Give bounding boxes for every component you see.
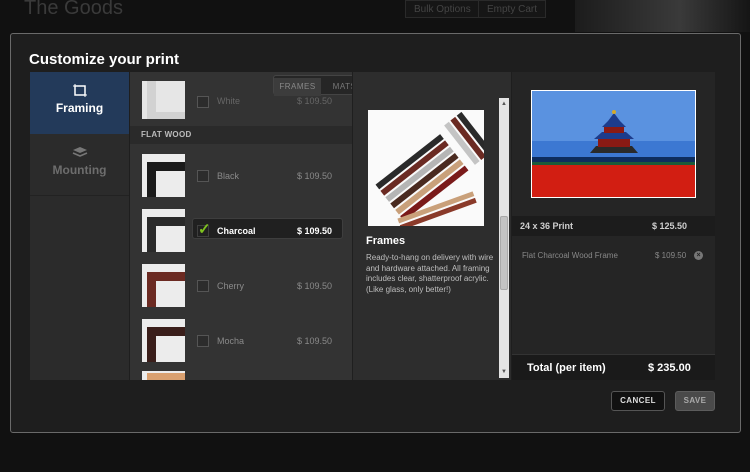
total-label: Total (per item) — [527, 362, 606, 374]
scroll-down-arrow-icon[interactable]: ▼ — [499, 366, 509, 378]
option-row-cherry[interactable]: Cherry $ 109.50 — [130, 261, 352, 316]
option-checkbox-checked[interactable] — [197, 220, 211, 238]
nav-mounting-label: Mounting — [52, 163, 107, 177]
print-preview-image — [531, 90, 696, 198]
option-checkbox[interactable] — [197, 280, 209, 292]
charcoal-frame-thumbnail — [142, 209, 185, 252]
option-checkbox[interactable] — [197, 335, 209, 347]
cherry-frame-thumbnail — [142, 264, 185, 307]
option-price: $ 109.50 — [297, 336, 333, 346]
section-header-flat-wood: FLAT WOOD — [130, 126, 352, 144]
options-scrollbar[interactable]: ▲ ▼ — [499, 98, 509, 378]
option-name: Mocha — [217, 336, 245, 346]
cancel-button[interactable]: CANCEL — [611, 391, 665, 411]
option-name: Cherry — [217, 281, 245, 291]
order-summary: 24 x 36 Print $ 125.50 Flat Charcoal Woo… — [512, 72, 715, 380]
nav-mounting[interactable]: Mounting — [30, 134, 129, 196]
frame-icon — [30, 84, 129, 98]
print-price: $ 125.50 — [652, 221, 688, 231]
white-frame-thumbnail — [142, 81, 185, 119]
frame-line-price: $ 109.50 — [655, 251, 687, 260]
option-name: Charcoal — [217, 226, 256, 236]
mocha-frame-thumbnail — [142, 319, 185, 362]
detail-description: Ready-to-hang on delivery with wire and … — [366, 253, 494, 294]
layers-icon — [30, 146, 129, 160]
option-row-mocha[interactable]: Mocha $ 109.50 — [130, 316, 352, 371]
next-frame-thumbnail — [142, 371, 185, 380]
left-nav: Framing Mounting — [30, 72, 129, 380]
option-price: $ 109.50 — [297, 96, 333, 106]
option-name: White — [217, 96, 241, 106]
store-title: The Goods — [24, 0, 123, 19]
frame-line-label: Flat Charcoal Wood Frame — [522, 251, 618, 260]
option-checkbox[interactable] — [197, 170, 209, 182]
option-price: $ 109.50 — [297, 171, 333, 181]
scroll-up-arrow-icon[interactable]: ▲ — [499, 98, 509, 110]
modal-title: Customize your print — [29, 51, 180, 68]
option-price: $ 109.50 — [297, 281, 333, 291]
frame-options-panel: FRAMESMATS White $ 109.50 FLAT WOOD Blac… — [130, 72, 352, 380]
save-button[interactable]: SAVE — [675, 391, 715, 411]
option-name: Black — [217, 171, 240, 181]
option-row-black[interactable]: Black $ 109.50 — [130, 151, 352, 206]
option-checkbox[interactable] — [197, 96, 209, 108]
option-row-charcoal[interactable]: Charcoal $ 109.50 — [130, 206, 352, 261]
print-label: 24 x 36 Print — [520, 221, 574, 231]
print-line: 24 x 36 Print $ 125.50 — [512, 216, 715, 236]
scrollbar-thumb[interactable] — [500, 216, 508, 290]
bulk-options-button[interactable]: Bulk Options — [405, 0, 480, 18]
empty-cart-button[interactable]: Empty Cart — [478, 0, 547, 18]
black-frame-thumbnail — [142, 154, 185, 197]
remove-frame-icon[interactable]: × — [694, 251, 703, 260]
background-image — [575, 0, 750, 32]
total-price: $ 235.00 — [648, 362, 691, 374]
frame-detail-panel: Frames Ready-to-hang on delivery with wi… — [352, 72, 511, 380]
total-line: Total (per item) $ 235.00 — [512, 354, 715, 380]
detail-title: Frames — [366, 235, 406, 247]
nav-framing[interactable]: Framing — [30, 72, 129, 134]
nav-framing-label: Framing — [55, 101, 104, 115]
option-price: $ 109.50 — [297, 226, 333, 236]
frame-samples-image — [368, 110, 484, 226]
customize-print-modal: Customize your print Framing Mounting FR… — [10, 33, 741, 433]
